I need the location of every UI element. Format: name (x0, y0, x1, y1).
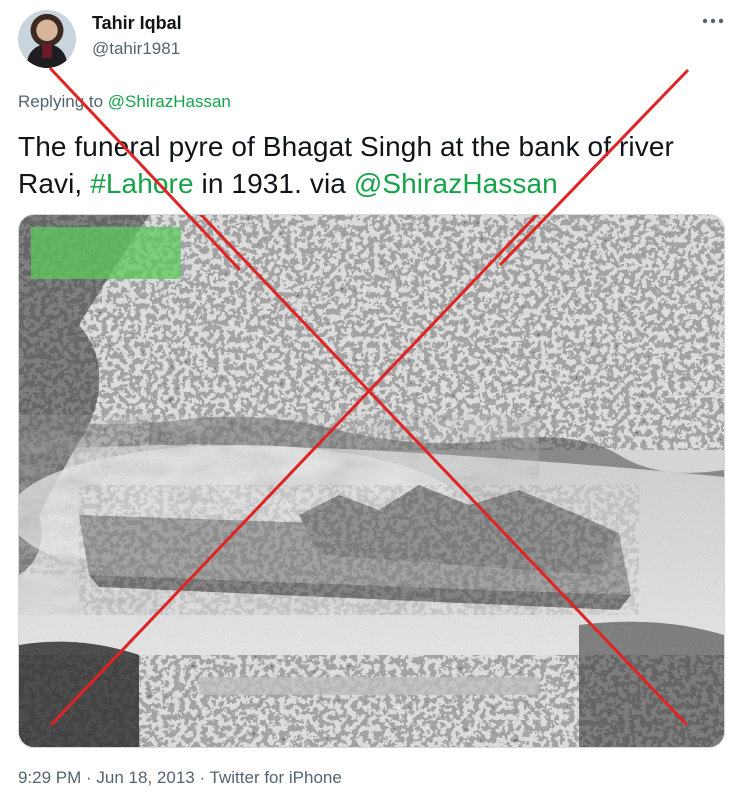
author-avatar[interactable] (18, 10, 76, 68)
tweet-text: The funeral pyre of Bhagat Singh at the … (18, 128, 718, 202)
replying-to-mention-link[interactable]: @ShirazHassan (108, 92, 231, 111)
author-display-name[interactable]: Tahir Iqbal (92, 13, 182, 34)
tweet-mention-link[interactable]: @ShirazHassan (354, 168, 558, 199)
more-horizontal-icon (702, 18, 724, 24)
author-handle[interactable]: @tahir1981 (92, 39, 180, 59)
meta-separator: · (194, 768, 210, 787)
watermark-badge (31, 227, 181, 279)
funeral-pyre-photo (19, 215, 724, 747)
tweet-photo[interactable] (18, 214, 725, 748)
tweet-source[interactable]: Twitter for iPhone (210, 768, 342, 787)
hashtag-link[interactable]: #Lahore (90, 168, 193, 199)
tweet-meta: 9:29 PM · Jun 18, 2013 · Twitter for iPh… (18, 768, 342, 788)
tweet-date[interactable]: Jun 18, 2013 (96, 768, 194, 787)
tweet-time[interactable]: 9:29 PM (18, 768, 81, 787)
replying-to-line: Replying to @ShirazHassan (18, 92, 231, 112)
avatar-collar-shape (42, 44, 52, 58)
tweet-text-part2: in 1931. via (193, 168, 354, 199)
replying-to-label: Replying to (18, 92, 104, 111)
more-options-icon[interactable] (700, 8, 726, 34)
meta-separator: · (81, 768, 97, 787)
